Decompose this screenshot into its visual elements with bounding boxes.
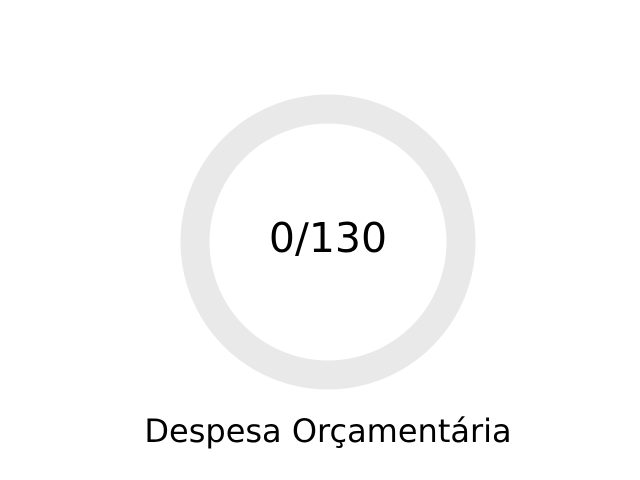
progress-ring: 0/130 (180, 94, 476, 390)
progress-gauge-widget: 0/130 Despesa Orçamentária (0, 0, 640, 480)
gauge-label: Despesa Orçamentária (144, 412, 512, 450)
progress-value-text: 0/130 (268, 214, 388, 262)
